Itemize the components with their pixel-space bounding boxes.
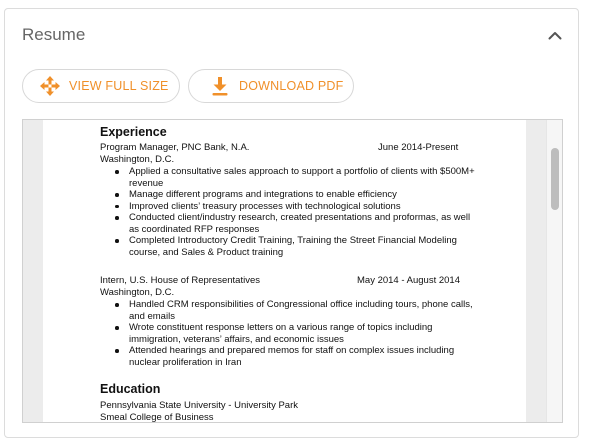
list-item: Completed Introductory Credit Training, … (115, 235, 475, 258)
chevron-up-icon (548, 31, 562, 39)
job1-location: Washington, D.C. (100, 154, 175, 165)
list-item: Handled CRM responsibilities of Congress… (115, 299, 475, 322)
view-full-size-button[interactable]: VIEW FULL SIZE (22, 69, 180, 103)
job1-bullets: Applied a consultative sales approach to… (115, 166, 475, 258)
job2-title: Intern, U.S. House of Representatives (100, 275, 260, 286)
job1-dates: June 2014-Present (378, 142, 459, 153)
resume-viewer[interactable]: Experience Program Manager, PNC Bank, N.… (22, 119, 563, 423)
panel-title: Resume (22, 25, 86, 44)
college-name: Smeal College of Business (100, 412, 214, 422)
download-icon (209, 75, 231, 97)
job2-location: Washington, D.C. (100, 287, 175, 298)
viewer-scrollbar[interactable] (546, 120, 562, 422)
list-item: Applied a consultative sales approach to… (115, 166, 475, 189)
resume-panel: Resume VIEW FULL SIZE DOWNLOAD PDF Exper… (4, 8, 579, 438)
list-item: Conducted client/industry research, crea… (115, 212, 475, 235)
experience-heading: Experience (100, 125, 167, 139)
education-heading: Education (100, 382, 161, 396)
job1-title: Program Manager, PNC Bank, N.A. (100, 142, 250, 153)
list-item: Improved clients’ treasury processes wit… (115, 201, 475, 213)
list-item: Wrote constituent response letters on a … (115, 322, 475, 345)
view-full-size-label: VIEW FULL SIZE (69, 79, 169, 93)
resume-document: Experience Program Manager, PNC Bank, N.… (43, 120, 526, 422)
download-pdf-label: DOWNLOAD PDF (239, 79, 344, 93)
list-item: Manage different programs and integratio… (115, 189, 475, 201)
job2-bullets: Handled CRM responsibilities of Congress… (115, 299, 475, 368)
expand-arrows-icon (39, 75, 61, 97)
scrollbar-thumb[interactable] (551, 148, 559, 210)
job2-dates: May 2014 - August 2014 (357, 275, 460, 286)
list-item: Attended hearings and prepared memos for… (115, 345, 475, 368)
collapse-button[interactable] (545, 26, 565, 44)
school-name: Pennsylvania State University - Universi… (100, 400, 298, 411)
download-pdf-button[interactable]: DOWNLOAD PDF (188, 69, 354, 103)
